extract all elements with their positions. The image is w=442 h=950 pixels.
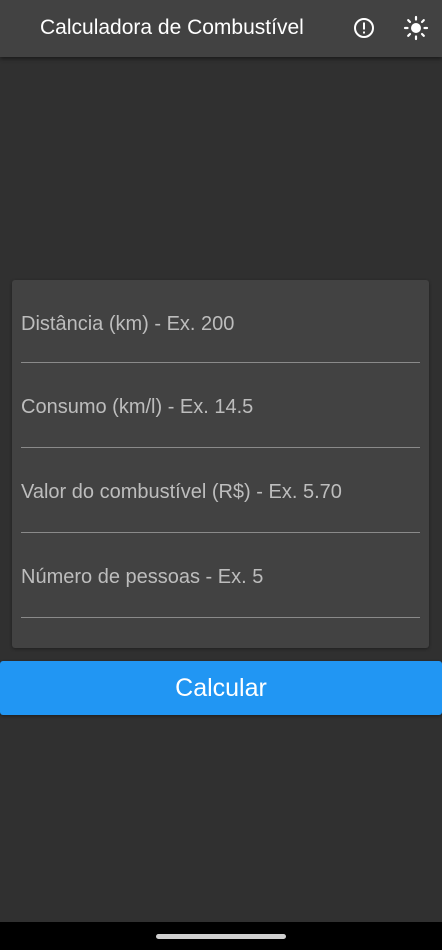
fuel-price-field[interactable] xyxy=(21,448,420,533)
app-bar: Calculadora de Combustível xyxy=(0,0,442,57)
theme-toggle-button[interactable] xyxy=(396,8,436,48)
form-card xyxy=(12,280,429,648)
people-count-input[interactable] xyxy=(21,559,420,595)
distance-field[interactable] xyxy=(21,280,420,363)
people-count-field[interactable] xyxy=(21,533,420,618)
app-title: Calculadora de Combustível xyxy=(40,16,304,39)
calculate-button[interactable]: Calcular xyxy=(0,661,442,715)
brightness-icon xyxy=(403,15,429,41)
consumption-input[interactable] xyxy=(21,389,420,425)
distance-input[interactable] xyxy=(21,306,420,342)
consumption-field[interactable] xyxy=(21,363,420,448)
gesture-handle[interactable] xyxy=(156,934,286,939)
fuel-price-input[interactable] xyxy=(21,474,420,510)
info-icon xyxy=(354,18,374,38)
system-navigation-bar xyxy=(0,922,442,950)
info-button[interactable] xyxy=(344,8,384,48)
